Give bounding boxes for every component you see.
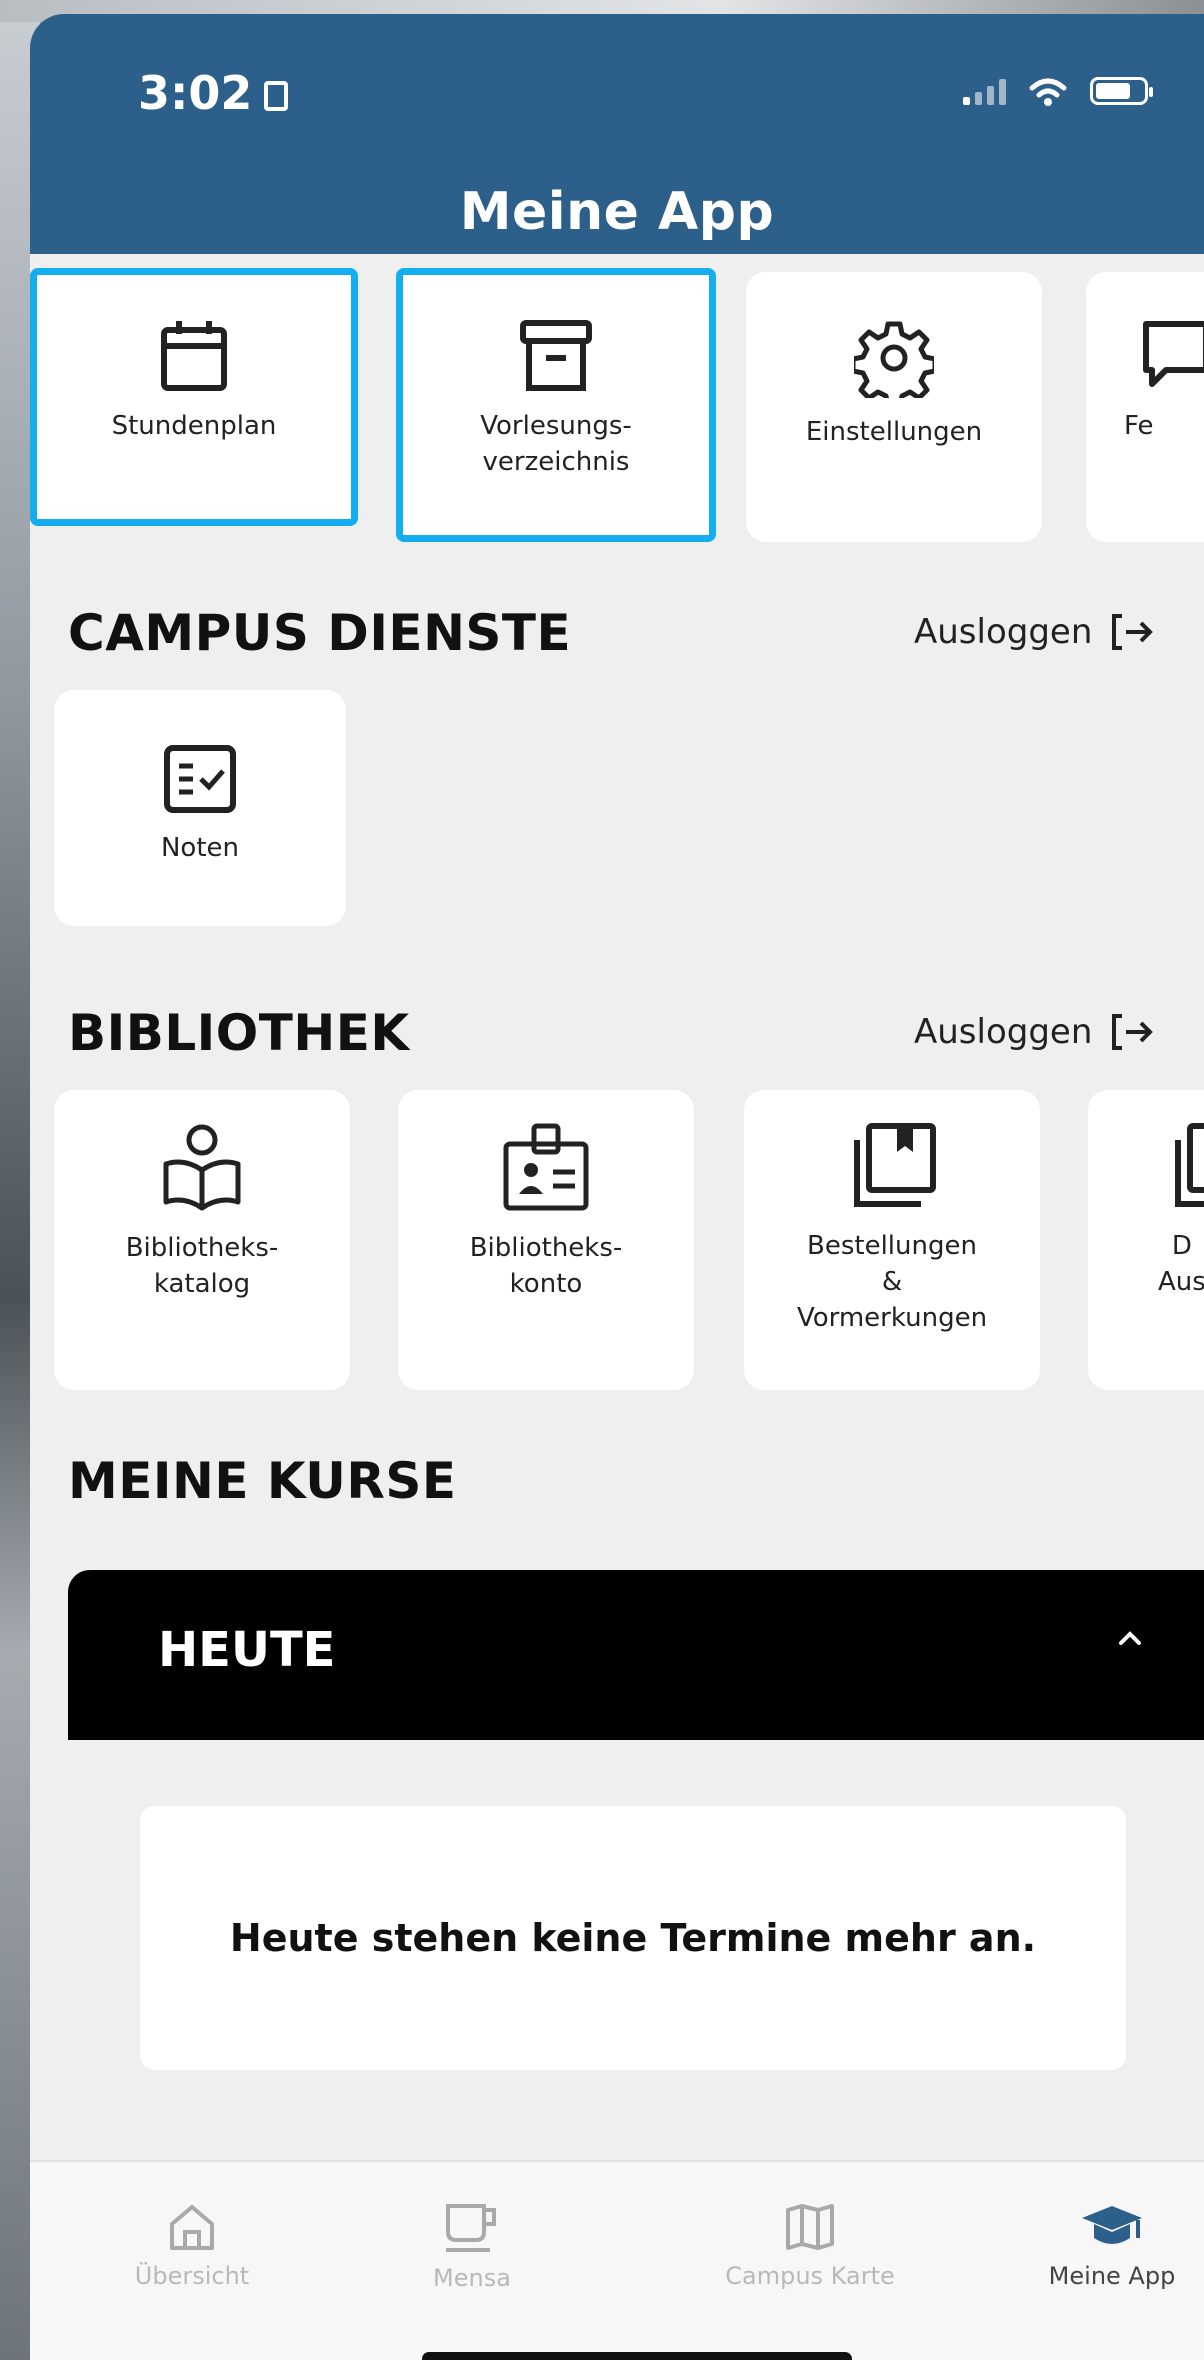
bookmark-stack-icon xyxy=(1175,1123,1204,1207)
logout-label: Ausloggen xyxy=(914,612,1093,652)
chevron-up-icon xyxy=(1119,1631,1141,1645)
grades-checklist-icon xyxy=(164,745,236,813)
app-header: 3:02 Meine App xyxy=(30,14,1204,254)
today-accordion-header[interactable]: HEUTE xyxy=(68,1570,1204,1740)
page-title: Meine App xyxy=(459,182,775,242)
tile-bibliothekskatalog[interactable]: Bibliotheks- katalog xyxy=(54,1090,350,1390)
tile-label: Einstellungen xyxy=(805,417,983,447)
empty-state-card: Heute stehen keine Termine mehr an. xyxy=(140,1806,1126,2070)
home-indicator[interactable] xyxy=(422,2352,852,2360)
archive-box-icon xyxy=(520,320,592,391)
tile-label: Stundenplan xyxy=(111,411,277,441)
tile-bestellungen[interactable]: Bestellungen & Vormerkungen xyxy=(744,1090,1040,1390)
gear-icon xyxy=(854,321,934,398)
tab-campus-karte[interactable]: Campus Karte xyxy=(690,2202,930,2290)
tile-label: Noten xyxy=(160,833,240,863)
bottom-tab-bar: Übersicht Mensa Campus Karte Meine App xyxy=(30,2160,1204,2360)
signal-icon xyxy=(963,77,1006,105)
section-title-bibliothek: BIBLIOTHEK xyxy=(68,1004,410,1062)
wifi-icon xyxy=(1029,78,1067,106)
today-label: HEUTE xyxy=(158,1622,336,1678)
phone-screen: 3:02 Meine App Stundenplan Vorlesungs- v… xyxy=(30,14,1204,2360)
feedback-icon xyxy=(1143,321,1204,387)
tab-meine-app[interactable]: Meine App xyxy=(992,2202,1204,2290)
calendar-icon xyxy=(161,321,227,391)
tab-label: Mensa xyxy=(433,2264,511,2292)
logout-label: Ausloggen xyxy=(914,1012,1093,1052)
tab-label: Campus Karte xyxy=(725,2262,895,2290)
tab-mensa[interactable]: Mensa xyxy=(352,2202,592,2292)
section-title-campus: CAMPUS DIENSTE xyxy=(68,604,572,662)
tab-label: Meine App xyxy=(1048,2262,1176,2290)
tile-label: Vorlesungs- verzeichnis xyxy=(480,411,632,477)
tile-label: Fe xyxy=(1124,411,1154,441)
sim-icon xyxy=(264,81,289,111)
tab-uebersicht[interactable]: Übersicht xyxy=(72,2202,312,2290)
tile-label: D Aus xyxy=(1158,1231,1204,1297)
tile-feedback[interactable]: Fe xyxy=(1086,272,1204,542)
tile-einstellungen[interactable]: Einstellungen xyxy=(746,272,1042,542)
tile-vorlesungsverzeichnis[interactable]: Vorlesungs- verzeichnis xyxy=(396,268,716,542)
bookmark-stack-icon xyxy=(854,1123,936,1207)
cup-icon xyxy=(446,2204,496,2252)
home-icon xyxy=(170,2205,214,2250)
status-icons xyxy=(963,76,1153,106)
section-title-kurse: MEINE KURSE xyxy=(68,1452,457,1510)
id-badge-icon xyxy=(503,1123,589,1211)
reading-person-icon xyxy=(163,1124,241,1211)
tile-bibliothekskonto[interactable]: Bibliotheks- konto xyxy=(398,1090,694,1390)
tab-label: Übersicht xyxy=(134,2262,250,2290)
library-logout-button[interactable]: Ausloggen xyxy=(914,1012,1154,1052)
status-time-text: 3:02 xyxy=(138,66,253,120)
empty-state-message: Heute stehen keine Termine mehr an. xyxy=(229,1916,1037,1960)
tile-label: Bestellungen & Vormerkungen xyxy=(796,1231,988,1333)
tile-ausleihen[interactable]: D Aus xyxy=(1088,1090,1204,1390)
campus-logout-button[interactable]: Ausloggen xyxy=(914,612,1154,652)
tile-stundenplan[interactable]: Stundenplan xyxy=(30,268,358,526)
tile-label: Bibliotheks- konto xyxy=(469,1233,623,1299)
logout-icon xyxy=(1112,614,1154,650)
map-icon xyxy=(786,2204,834,2250)
status-time: 3:02 xyxy=(138,66,289,120)
logout-icon xyxy=(1112,1014,1154,1050)
graduation-cap-icon xyxy=(1082,2206,1142,2244)
tile-label: Bibliotheks- katalog xyxy=(125,1233,279,1299)
battery-icon xyxy=(1090,77,1153,105)
tile-noten[interactable]: Noten xyxy=(54,690,346,926)
